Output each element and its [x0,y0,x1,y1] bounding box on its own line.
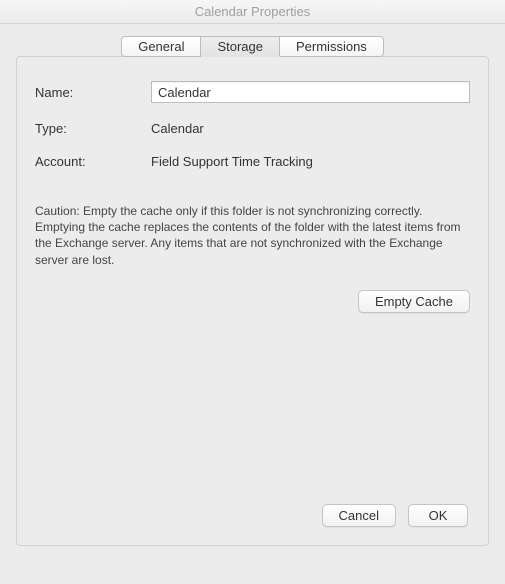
dialog-content: General Storage Permissions Name: Type: … [0,24,505,546]
type-value: Calendar [151,121,204,136]
cancel-button[interactable]: Cancel [322,504,396,527]
empty-cache-button[interactable]: Empty Cache [358,290,470,313]
ok-button[interactable]: OK [408,504,468,527]
type-label: Type: [35,121,151,136]
account-label: Account: [35,154,151,169]
caution-text: Caution: Empty the cache only if this fo… [35,203,470,268]
name-label: Name: [35,85,151,100]
window-titlebar: Calendar Properties [0,0,505,24]
type-row: Type: Calendar [35,121,470,136]
account-row: Account: Field Support Time Tracking [35,154,470,169]
storage-panel: Name: Type: Calendar Account: Field Supp… [16,56,489,546]
name-row: Name: [35,81,470,103]
tab-permissions[interactable]: Permissions [280,36,384,57]
dialog-footer: Cancel OK [322,504,468,527]
account-value: Field Support Time Tracking [151,154,313,169]
tab-bar: General Storage Permissions [16,36,489,57]
empty-cache-wrap: Empty Cache [35,290,470,313]
tab-general[interactable]: General [121,36,201,57]
name-input[interactable] [151,81,470,103]
tab-storage[interactable]: Storage [201,36,280,57]
window-title: Calendar Properties [195,4,311,19]
